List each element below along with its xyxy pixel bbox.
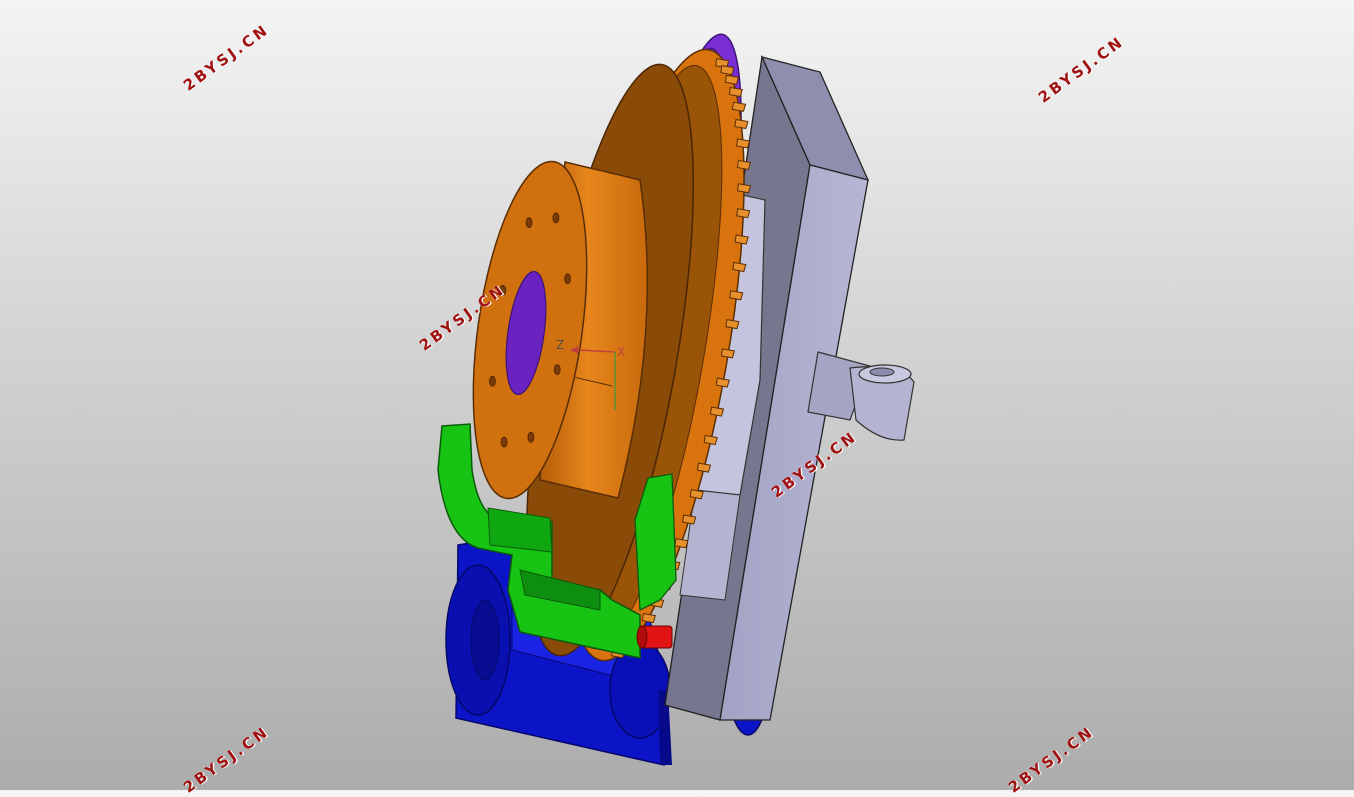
rotor-vent xyxy=(736,208,751,219)
axis-z-label: Z xyxy=(556,338,564,352)
rotor-vent xyxy=(641,613,656,624)
rotor-vent xyxy=(689,489,704,500)
rotor-vent xyxy=(734,118,749,130)
bolt-hole xyxy=(489,375,496,387)
axis-x-label: X xyxy=(617,345,625,359)
rotor-vent xyxy=(728,86,743,98)
bolt-hole xyxy=(525,217,533,229)
bolt-hole xyxy=(564,273,571,285)
rotor-vent xyxy=(682,514,697,525)
side-arm xyxy=(807,351,915,441)
bolt-hole xyxy=(553,364,561,376)
rotor-vent xyxy=(725,319,740,330)
rotor-vent xyxy=(720,65,735,76)
rotor-vent xyxy=(709,406,725,417)
cad-viewport[interactable]: Z X xyxy=(0,0,1354,790)
rotor-vent xyxy=(734,234,749,245)
rotor-vent xyxy=(720,348,736,359)
rotor-vent xyxy=(703,434,718,446)
rotor-vent xyxy=(736,159,752,171)
red-pin xyxy=(636,625,673,649)
rotor-vent xyxy=(724,74,740,85)
rotor-vent xyxy=(731,101,747,112)
bolt-hole xyxy=(552,212,560,224)
rotor-vent xyxy=(732,261,747,273)
rotor-vent xyxy=(696,462,712,473)
bolt-hole xyxy=(500,436,508,448)
rotor-vent xyxy=(736,183,752,194)
rotor-vent xyxy=(715,377,730,388)
hub-drum xyxy=(472,160,649,500)
rotor-vent xyxy=(674,538,689,549)
rotor-vent xyxy=(729,290,744,301)
rotor-vent xyxy=(736,138,751,149)
bolt-hole xyxy=(527,431,535,443)
